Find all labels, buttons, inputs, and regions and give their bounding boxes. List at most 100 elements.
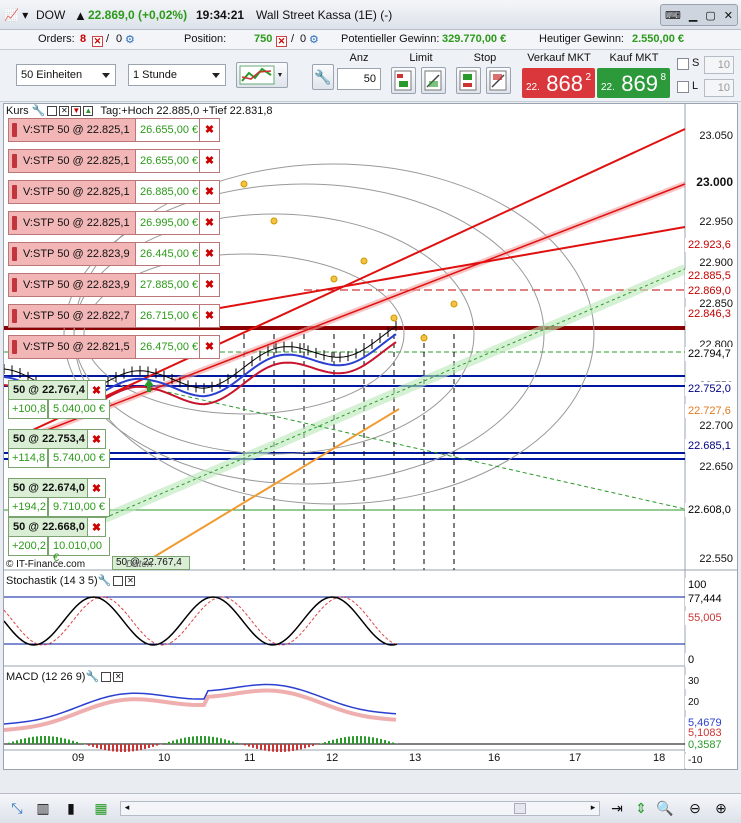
- window-icon[interactable]: [101, 672, 112, 683]
- indicator-menu-button[interactable]: [236, 62, 288, 88]
- cancel-order-icon[interactable]: ✖: [200, 242, 220, 266]
- stop-sell-button[interactable]: [486, 67, 511, 94]
- cancel-order-icon[interactable]: ✖: [200, 335, 220, 359]
- s-input[interactable]: 10: [704, 56, 734, 74]
- limit-sell-button[interactable]: [421, 67, 446, 94]
- x-tick-label: 16: [488, 752, 501, 764]
- macd-histogram-bar: [320, 743, 322, 744]
- cancel-order-icon[interactable]: ✖: [200, 304, 220, 328]
- x-tick-label: 11: [244, 752, 256, 764]
- close-position-icon[interactable]: ✖: [88, 478, 106, 498]
- close-icon[interactable]: ✕: [724, 9, 733, 22]
- macd-histogram-bar: [60, 737, 62, 744]
- horizontal-scrollbar[interactable]: ◂ ▸: [120, 801, 600, 816]
- l-input[interactable]: 10: [704, 79, 734, 97]
- crosshair-icon[interactable]: ⤡: [8, 799, 26, 817]
- bars-icon[interactable]: ▥: [34, 799, 52, 817]
- sell-order-icon[interactable]: ▼: [71, 106, 82, 117]
- macd-histogram-bar: [268, 744, 270, 752]
- keyboard-icon[interactable]: ⌨: [665, 9, 681, 22]
- stop-order-label[interactable]: V:STP 50 @ 22.821,5: [8, 335, 136, 359]
- buy-market-button[interactable]: 22. 869 8: [597, 68, 670, 98]
- l-checkbox[interactable]: [677, 81, 689, 93]
- close-position-icon[interactable]: ✖: [88, 517, 106, 537]
- window-icon[interactable]: [47, 106, 58, 117]
- scroll-right-icon[interactable]: ▸: [587, 802, 599, 815]
- position-settings-icon[interactable]: ⚙: [309, 33, 319, 46]
- zoom-in-icon[interactable]: ⊕: [712, 799, 730, 817]
- stop-sell-icon: [489, 70, 507, 91]
- close-position-icon[interactable]: ✖: [88, 380, 106, 400]
- candles-icon[interactable]: ▮: [62, 799, 80, 817]
- macd-histogram-bar: [28, 737, 30, 744]
- position-value: 5.040,00 €: [48, 400, 110, 419]
- position-label[interactable]: 50 @ 22.668,0: [8, 517, 88, 537]
- macd-histogram-bar: [308, 744, 310, 748]
- position-zero: 0: [300, 33, 307, 45]
- chart-style-icon[interactable]: ▦: [92, 799, 110, 817]
- y-tick-label: 22.900: [699, 257, 733, 269]
- limit-buy-button[interactable]: [391, 67, 416, 94]
- wrench-icon[interactable]: 🔧: [85, 671, 99, 683]
- scroll-left-icon[interactable]: ◂: [121, 802, 133, 815]
- x-tick-label: 09: [72, 752, 85, 764]
- units-select[interactable]: 50 Einheiten: [16, 64, 116, 86]
- macd-histogram-bar: [336, 738, 338, 744]
- position-label[interactable]: 50 @ 22.767,4: [8, 380, 88, 400]
- macd-histogram-bar: [260, 744, 262, 750]
- close-panel-icon[interactable]: ✕: [125, 576, 136, 587]
- instrument-name: Wall Street Kassa (1E) (-): [256, 8, 393, 22]
- close-position-icon[interactable]: ✖: [88, 429, 106, 449]
- stop-order-label[interactable]: V:STP 50 @ 22.823,9: [8, 242, 136, 266]
- macd-histogram-bar: [196, 736, 198, 744]
- buy-order-icon[interactable]: ▲: [83, 106, 94, 117]
- maximize-icon[interactable]: ▢: [705, 9, 715, 22]
- scroll-thumb[interactable]: [514, 803, 526, 814]
- anz-input[interactable]: 50: [337, 68, 381, 90]
- cancel-order-icon[interactable]: ✖: [200, 180, 220, 204]
- bottom-toolbar: ⤡ ▥ ▮ ▦ ⋮ ◂ ▸ ⇥ ⇕ 🔍 ⊖ ⊕: [0, 793, 741, 823]
- price-panel-title: Kurs 🔧 ✕ ▼ ▲ Tag:+Hoch 22.885,0 +Tief 22.83…: [6, 105, 273, 117]
- cancel-order-icon[interactable]: ✖: [200, 273, 220, 297]
- stop-order-label[interactable]: V:STP 50 @ 22.825,1: [8, 118, 136, 142]
- sell-label: Verkauf MKT: [527, 52, 591, 64]
- minimize-icon[interactable]: ▁: [689, 9, 697, 22]
- stoch-axis-label: 100: [685, 578, 737, 592]
- stop-buy-button[interactable]: [456, 67, 481, 94]
- wrench-icon[interactable]: 🔧: [32, 105, 46, 117]
- s-checkbox[interactable]: [677, 58, 689, 70]
- macd-axis-label: 20: [685, 696, 737, 710]
- zoom-fit-icon[interactable]: 🔍: [656, 799, 674, 817]
- cancel-order-icon[interactable]: ✖: [200, 149, 220, 173]
- wrench-icon[interactable]: 🔧: [312, 64, 334, 90]
- orders-settings-icon[interactable]: ⚙: [125, 33, 135, 46]
- stop-order-label[interactable]: V:STP 50 @ 22.825,1: [8, 211, 136, 235]
- auto-scale-icon[interactable]: ⇕: [632, 799, 650, 817]
- macd-histogram-bar: [292, 744, 294, 751]
- wrench-icon[interactable]: 🔧: [98, 575, 112, 587]
- data-source: Daten: [126, 559, 153, 570]
- position-label[interactable]: 50 @ 22.753,4: [8, 429, 88, 449]
- cancel-order-icon[interactable]: ✖: [200, 211, 220, 235]
- stop-order-label[interactable]: V:STP 50 @ 22.822,7: [8, 304, 136, 328]
- macd-histogram-bar: [24, 738, 26, 744]
- cancel-order-icon[interactable]: ✖: [200, 118, 220, 142]
- position-label[interactable]: 50 @ 22.674,0: [8, 478, 88, 498]
- macd-histogram-bar: [324, 742, 326, 744]
- chart-type-icon[interactable]: 📈 ▾: [4, 8, 28, 22]
- macd-histogram-bar: [300, 744, 302, 750]
- stop-order-value: 27.885,00 €: [136, 273, 200, 297]
- interval-select[interactable]: 1 Stunde: [128, 64, 226, 86]
- window-icon[interactable]: [113, 576, 124, 587]
- y-tick-label: 22.700: [699, 420, 733, 432]
- stop-order-label[interactable]: V:STP 50 @ 22.825,1: [8, 180, 136, 204]
- zoom-out-icon[interactable]: ⊖: [686, 799, 704, 817]
- today-label: Heutiger Gewinn:: [539, 33, 624, 45]
- stop-order-label[interactable]: V:STP 50 @ 22.825,1: [8, 149, 136, 173]
- close-panel-icon[interactable]: ✕: [59, 106, 70, 117]
- stop-order-label[interactable]: V:STP 50 @ 22.823,9: [8, 273, 136, 297]
- scroll-end-icon[interactable]: ⇥: [608, 799, 626, 817]
- macd-histogram-bar: [388, 741, 390, 744]
- sell-market-button[interactable]: 22. 868 2: [522, 68, 595, 98]
- close-panel-icon[interactable]: ✕: [113, 672, 124, 683]
